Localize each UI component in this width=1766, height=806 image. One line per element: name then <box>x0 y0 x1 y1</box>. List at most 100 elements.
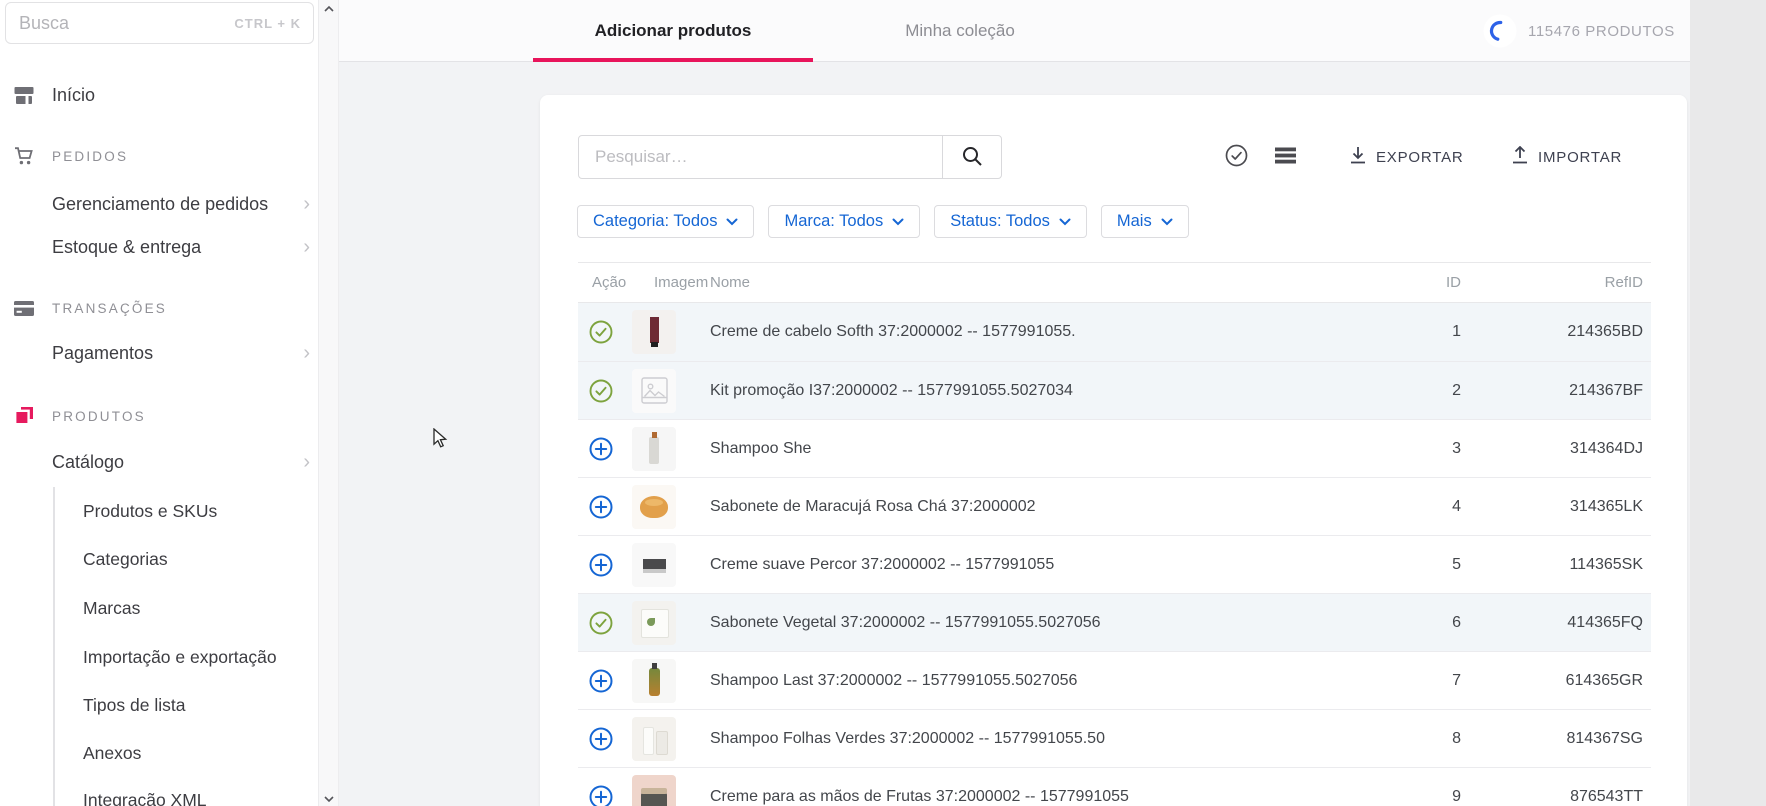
product-name: Shampoo Folhas Verdes 37:2000002 -- 1577… <box>707 730 1317 748</box>
product-refid: 314365LK <box>1467 498 1651 516</box>
product-image <box>632 543 676 587</box>
added-check-button[interactable] <box>588 610 614 636</box>
column-header-id: ID <box>1317 274 1467 291</box>
chevron-right-icon: › <box>303 343 310 363</box>
chevron-right-icon: › <box>303 237 310 257</box>
sidebar-item-label: Catálogo <box>52 452 124 473</box>
filter-chip-label: Mais <box>1117 212 1152 231</box>
search-icon <box>961 145 983 170</box>
add-product-button[interactable] <box>588 668 614 694</box>
table-row: Shampoo Last 37:2000002 -- 1577991055.50… <box>578 651 1651 709</box>
sidebar-item-catalogo[interactable]: Catálogo› <box>0 448 318 476</box>
product-image <box>632 485 676 529</box>
select-all-button[interactable] <box>1220 141 1252 173</box>
sidebar-item-label: Anexos <box>83 743 141 764</box>
sidebar-item-label: Início <box>52 85 95 106</box>
product-image <box>632 717 676 761</box>
add-product-button[interactable] <box>588 784 614 806</box>
sidebar-item-importacao-e-exportacao[interactable]: Importação e exportação <box>0 643 318 671</box>
product-id: 9 <box>1317 788 1467 806</box>
check-circle-icon <box>1225 144 1248 170</box>
action-cell <box>578 552 630 578</box>
action-cell <box>578 436 630 462</box>
add-product-button[interactable] <box>588 436 614 462</box>
table-row: Shampoo Folhas Verdes 37:2000002 -- 1577… <box>578 709 1651 767</box>
import-button[interactable]: IMPORTAR <box>1512 135 1622 179</box>
products-table: AçãoImagemNomeIDRefID Creme de cabelo So… <box>578 262 1651 806</box>
sidebar-item-label: Gerenciamento de pedidos <box>52 194 268 215</box>
product-name: Kit promoção I37:2000002 -- 1577991055.5… <box>707 382 1317 400</box>
export-button[interactable]: EXPORTAR <box>1350 135 1464 179</box>
scroll-up-icon[interactable] <box>323 2 335 14</box>
filter-chip-status[interactable]: Status: Todos <box>934 205 1087 238</box>
sidebar-item-categorias[interactable]: Categorias <box>0 545 318 573</box>
sidebar-item-pedidos: PEDIDOS <box>0 142 318 170</box>
list-view-button[interactable] <box>1269 141 1301 173</box>
product-name: Sabonete de Maracujá Rosa Chá 37:2000002 <box>707 498 1317 516</box>
sidebar-item-produtos-e-skus[interactable]: Produtos e SKUs <box>0 497 318 525</box>
table-header: AçãoImagemNomeIDRefID <box>578 262 1651 303</box>
sidebar-search-shortcut: CTRL + K <box>234 16 301 31</box>
table-row: Creme para as mãos de Frutas 37:2000002 … <box>578 767 1651 806</box>
sidebar-item-marcas[interactable]: Marcas <box>0 594 318 622</box>
image-cell <box>630 485 707 529</box>
product-image <box>632 310 676 354</box>
filter-chip-marca[interactable]: Marca: Todos <box>768 205 920 238</box>
sidebar-search-placeholder: Busca <box>19 13 69 34</box>
product-id: 2 <box>1317 382 1467 400</box>
chevron-down-icon <box>1161 212 1173 231</box>
column-header-refid: RefID <box>1467 274 1651 291</box>
sidebar-scrollbar[interactable] <box>319 0 339 806</box>
added-check-button[interactable] <box>588 378 614 404</box>
sidebar-item-label: Produtos e SKUs <box>83 501 217 522</box>
filter-chip-mais[interactable]: Mais <box>1101 205 1189 238</box>
product-refid: 614365GR <box>1467 672 1651 690</box>
sidebar-item-label: TRANSAÇÕES <box>52 301 167 316</box>
right-gutter <box>1690 0 1766 806</box>
add-product-button[interactable] <box>588 552 614 578</box>
sidebar-item-pagamentos[interactable]: Pagamentos› <box>0 339 318 367</box>
image-cell <box>630 659 707 703</box>
add-product-button[interactable] <box>588 494 614 520</box>
loading-spinner-icon <box>1483 14 1517 48</box>
table-row: Creme suave Percor 37:2000002 -- 1577991… <box>578 535 1651 593</box>
sidebar-item-gerenciamento-de-pedidos[interactable]: Gerenciamento de pedidos› <box>0 190 318 218</box>
sidebar-search-input[interactable]: Busca CTRL + K <box>5 2 314 44</box>
filter-chip-label: Marca: Todos <box>784 212 883 231</box>
sidebar-item-label: PEDIDOS <box>52 149 128 164</box>
action-cell <box>578 784 630 806</box>
search-button[interactable] <box>942 136 1001 178</box>
sidebar-item-estoque-entrega[interactable]: Estoque & entrega › <box>0 233 318 261</box>
table-row: Kit promoção I37:2000002 -- 1577991055.5… <box>578 361 1651 419</box>
tab-minha-colecao[interactable]: Minha coleção <box>870 0 1050 62</box>
product-id: 3 <box>1317 440 1467 458</box>
action-cell <box>578 610 630 636</box>
sidebar-item-anexos[interactable]: Anexos <box>0 739 318 767</box>
product-name: Creme de cabelo Softh 37:2000002 -- 1577… <box>707 323 1317 341</box>
product-refid: 314364DJ <box>1467 440 1651 458</box>
image-cell <box>630 369 707 413</box>
upload-icon <box>1512 146 1528 168</box>
product-id: 5 <box>1317 556 1467 574</box>
product-id: 8 <box>1317 730 1467 748</box>
added-check-button[interactable] <box>588 319 614 345</box>
products-count: 115476 PRODUTOS <box>1528 0 1675 62</box>
sidebar-item-label: Importação e exportação <box>83 647 277 668</box>
tab-adicionar-produtos[interactable]: Adicionar produtos <box>533 0 813 62</box>
add-product-button[interactable] <box>588 726 614 752</box>
product-search-input[interactable] <box>579 136 942 178</box>
sidebar-item-label: Estoque & entrega <box>52 237 201 258</box>
product-refid: 814367SG <box>1467 730 1651 748</box>
sidebar-item-integracao-xml[interactable]: Integração XML <box>0 786 318 806</box>
download-icon <box>1350 146 1366 168</box>
scroll-down-icon[interactable] <box>323 792 335 804</box>
sidebar-item-label: Marcas <box>83 598 140 619</box>
product-name: Sabonete Vegetal 37:2000002 -- 157799105… <box>707 614 1317 632</box>
product-image <box>632 659 676 703</box>
chevron-down-icon <box>726 212 738 231</box>
sidebar-item-tipos-de-lista[interactable]: Tipos de lista <box>0 691 318 719</box>
main-area: Adicionar produtos Minha coleção 115476 … <box>339 0 1690 806</box>
filter-chip-categoria[interactable]: Categoria: Todos <box>577 205 754 238</box>
sidebar-item-produtos: PRODUTOS <box>0 402 318 430</box>
sidebar-item-inicio[interactable]: Início <box>0 81 318 109</box>
